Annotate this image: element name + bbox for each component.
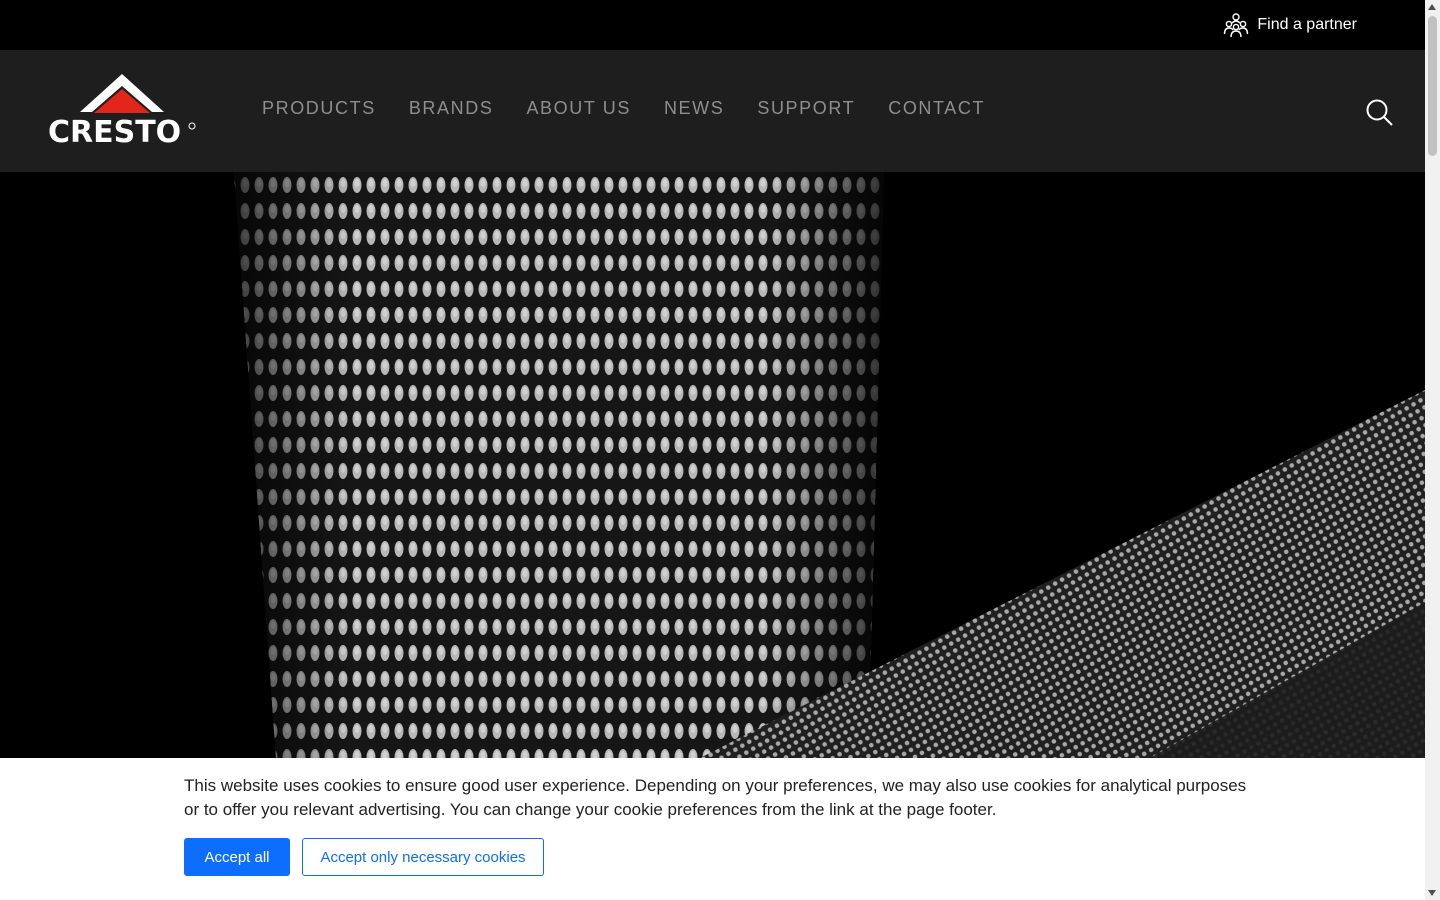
main-header: CRESTO PRODUCTS BRANDS ABOUT US NEWS SUP… xyxy=(0,50,1425,172)
hero-image xyxy=(0,172,1425,758)
scroll-thumb[interactable] xyxy=(1428,16,1437,156)
accept-all-button[interactable]: Accept all xyxy=(184,838,290,876)
search-icon xyxy=(1366,99,1393,126)
people-icon xyxy=(1224,13,1249,38)
cresto-logo-image: CRESTO xyxy=(48,74,196,148)
scroll-down-icon[interactable] xyxy=(1428,890,1436,896)
top-bar: Find a partner xyxy=(0,0,1425,50)
page-scrollbar[interactable] xyxy=(1425,0,1440,900)
webbing-strap-photo xyxy=(0,172,1425,758)
svg-text:CRESTO: CRESTO xyxy=(48,115,181,148)
find-partner-label: Find a partner xyxy=(1257,16,1357,33)
cookie-banner: This website uses cookies to ensure good… xyxy=(0,758,1425,900)
search-button[interactable] xyxy=(1365,98,1395,128)
cookie-message: This website uses cookies to ensure good… xyxy=(184,776,1247,819)
nav-contact[interactable]: CONTACT xyxy=(888,98,985,119)
nav-news[interactable]: NEWS xyxy=(664,98,724,119)
main-nav: PRODUCTS BRANDS ABOUT US NEWS SUPPORT CO… xyxy=(262,98,985,119)
nav-brands[interactable]: BRANDS xyxy=(409,98,494,119)
nav-about-us[interactable]: ABOUT US xyxy=(526,98,631,119)
cresto-logo[interactable]: CRESTO xyxy=(46,72,198,148)
nav-support[interactable]: SUPPORT xyxy=(757,98,855,119)
nav-products[interactable]: PRODUCTS xyxy=(262,98,376,119)
accept-necessary-button[interactable]: Accept only necessary cookies xyxy=(302,838,544,876)
scroll-up-icon[interactable] xyxy=(1428,4,1436,10)
find-partner-link[interactable]: Find a partner xyxy=(1223,12,1357,38)
